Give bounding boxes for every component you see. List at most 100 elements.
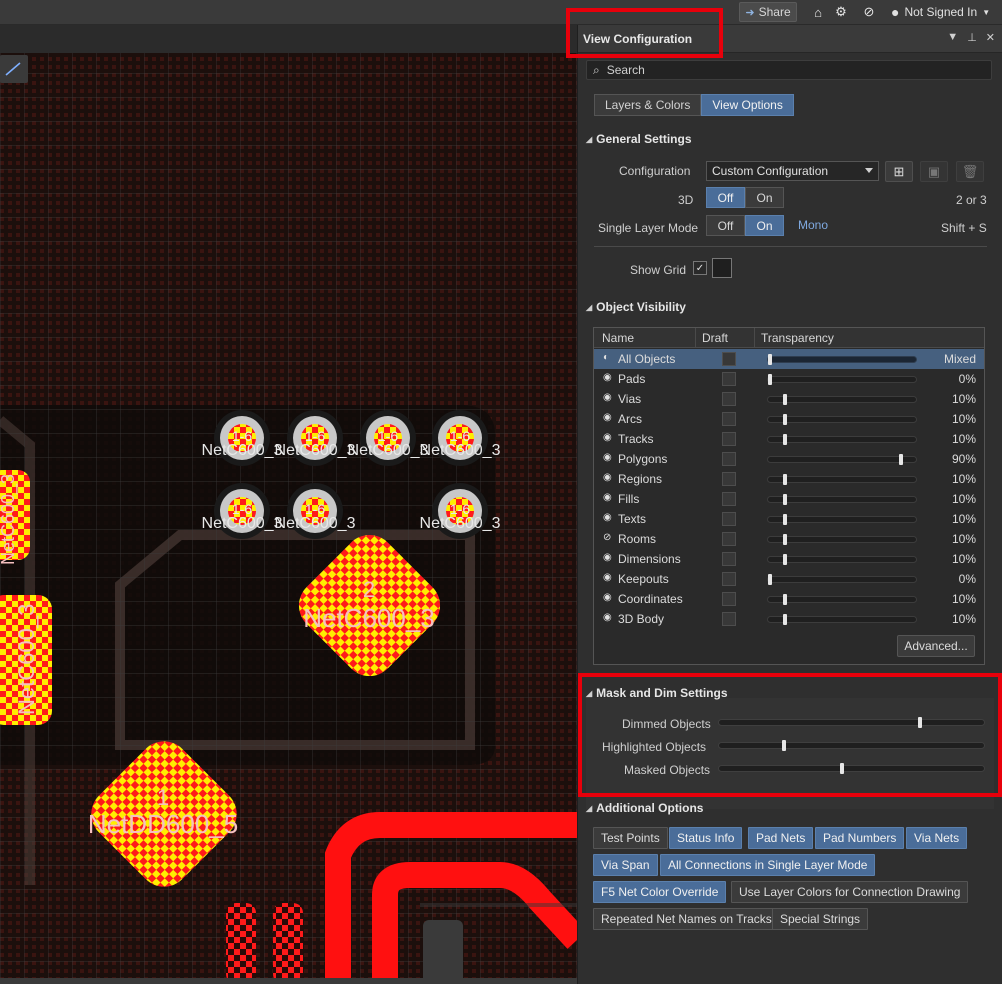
table-row[interactable]: ◉ Keepouts 0% bbox=[594, 569, 984, 589]
table-row[interactable]: ◉ Arcs 10% bbox=[594, 409, 984, 429]
grid-color-swatch[interactable] bbox=[712, 258, 732, 278]
slider-thumb[interactable] bbox=[768, 574, 772, 585]
slider-thumb[interactable] bbox=[782, 594, 787, 605]
draft-checkbox[interactable] bbox=[722, 452, 736, 466]
transparency-slider[interactable] bbox=[767, 394, 917, 405]
draft-checkbox[interactable] bbox=[722, 472, 736, 486]
transparency-slider[interactable] bbox=[767, 434, 917, 445]
tab-layers-colors[interactable]: Layers & Colors bbox=[594, 94, 702, 116]
close-icon[interactable]: ✕ bbox=[986, 31, 995, 44]
eye-hidden-icon[interactable]: ⊘ bbox=[603, 532, 611, 543]
draft-checkbox[interactable] bbox=[722, 552, 736, 566]
table-row[interactable]: ◉ 3D Body 10% bbox=[594, 609, 984, 629]
column-header-draft[interactable]: Draft bbox=[702, 331, 728, 345]
option-button-f5-net-color-override[interactable]: F5 Net Color Override bbox=[593, 881, 727, 903]
eye-icon[interactable]: ◉ bbox=[603, 452, 612, 463]
table-row[interactable]: ◉ Dimensions 10% bbox=[594, 549, 984, 569]
option-button-via-span[interactable]: Via Span bbox=[593, 854, 658, 876]
general-settings-header[interactable]: ◢ General Settings bbox=[586, 131, 692, 147]
save-icon-button[interactable]: ▣ bbox=[920, 161, 948, 182]
draft-checkbox[interactable] bbox=[722, 512, 736, 526]
single-layer-mode-type[interactable]: Mono bbox=[798, 218, 828, 232]
draft-checkbox[interactable] bbox=[722, 492, 736, 506]
transparency-slider[interactable] bbox=[767, 494, 917, 505]
transparency-slider[interactable] bbox=[767, 594, 917, 605]
show-grid-checkbox[interactable]: ✓ bbox=[693, 261, 707, 275]
slider-thumb[interactable] bbox=[899, 454, 904, 465]
layer-tabs-strip[interactable] bbox=[0, 978, 577, 984]
single-layer-off-option[interactable]: Off bbox=[706, 215, 745, 236]
draft-checkbox[interactable] bbox=[722, 572, 736, 586]
single-layer-on-option[interactable]: On bbox=[745, 215, 784, 236]
pcb-canvas[interactable]: 1-6 1-6 1-6 1-6 NetC600_3 NetC600_3 NetC… bbox=[0, 25, 577, 984]
eye-icon[interactable]: ◉ bbox=[603, 412, 612, 423]
home-icon[interactable]: ⌂ bbox=[808, 3, 828, 21]
eye-icon[interactable]: ◉ bbox=[603, 512, 612, 523]
transparency-slider[interactable] bbox=[767, 374, 917, 385]
draft-checkbox[interactable] bbox=[722, 372, 736, 386]
draft-checkbox[interactable] bbox=[722, 532, 736, 546]
save-configuration-button[interactable]: ⊞ bbox=[885, 161, 913, 182]
column-header-name[interactable]: Name bbox=[602, 331, 634, 345]
slider-thumb[interactable] bbox=[782, 394, 787, 405]
option-button-repeated-net-names-on-tracks[interactable]: Repeated Net Names on Tracks bbox=[593, 908, 780, 930]
slider-thumb[interactable] bbox=[782, 554, 787, 565]
advanced-button[interactable]: Advanced... bbox=[897, 635, 975, 657]
option-button-pad-numbers[interactable]: Pad Numbers bbox=[815, 827, 905, 849]
eye-icon[interactable]: ◉ bbox=[603, 372, 612, 383]
transparency-slider[interactable] bbox=[767, 474, 917, 485]
transparency-slider[interactable] bbox=[767, 614, 917, 625]
transparency-slider[interactable] bbox=[767, 554, 917, 565]
slider-thumb[interactable] bbox=[768, 374, 772, 385]
delete-configuration-button[interactable]: 🗑 bbox=[956, 161, 984, 182]
3d-off-option[interactable]: Off bbox=[706, 187, 745, 208]
table-row[interactable]: ◐ All Objects Mixed bbox=[594, 349, 984, 369]
slider-thumb[interactable] bbox=[782, 514, 787, 525]
option-button-test-points[interactable]: Test Points bbox=[593, 827, 668, 849]
draft-checkbox[interactable] bbox=[722, 592, 736, 606]
draft-checkbox[interactable] bbox=[722, 392, 736, 406]
transparency-slider[interactable] bbox=[767, 574, 917, 585]
tab-view-options[interactable]: View Options bbox=[701, 94, 794, 116]
transparency-slider[interactable] bbox=[767, 454, 917, 465]
slider-thumb[interactable] bbox=[782, 474, 787, 485]
eye-icon[interactable]: ◉ bbox=[603, 552, 612, 563]
search-input[interactable] bbox=[606, 63, 967, 77]
pin-icon[interactable]: ⊥ bbox=[967, 31, 977, 44]
object-visibility-header[interactable]: ◢ Object Visibility bbox=[586, 299, 686, 315]
3d-toggle[interactable]: Off On bbox=[706, 187, 784, 208]
transparency-slider[interactable] bbox=[767, 414, 917, 425]
share-button[interactable]: ➜ Share bbox=[739, 2, 797, 22]
3d-on-option[interactable]: On bbox=[745, 187, 784, 208]
slider-thumb[interactable] bbox=[782, 614, 787, 625]
additional-options-header[interactable]: ◢ Additional Options bbox=[586, 800, 703, 816]
table-row[interactable]: ◉ Fills 10% bbox=[594, 489, 984, 509]
column-header-transparency[interactable]: Transparency bbox=[761, 331, 834, 345]
eye-icon[interactable]: ◉ bbox=[603, 612, 612, 623]
table-row[interactable]: ◉ Regions 10% bbox=[594, 469, 984, 489]
slider-thumb[interactable] bbox=[768, 354, 772, 365]
table-row[interactable]: ◉ Pads 0% bbox=[594, 369, 984, 389]
option-button-all-connections-in-single-layer-mode[interactable]: All Connections in Single Layer Mode bbox=[660, 854, 876, 876]
option-button-pad-nets[interactable]: Pad Nets bbox=[748, 827, 814, 849]
user-menu[interactable]: ● Not Signed In ▼ bbox=[891, 2, 990, 22]
table-row[interactable]: ◉ Polygons 90% bbox=[594, 449, 984, 469]
notifications-off-icon[interactable]: ⊘ bbox=[859, 3, 879, 21]
panel-menu-icon[interactable]: ▼ bbox=[947, 31, 958, 44]
option-button-via-nets[interactable]: Via Nets bbox=[906, 827, 968, 849]
transparency-slider[interactable] bbox=[767, 354, 917, 365]
gear-icon[interactable]: ⚙ bbox=[831, 3, 851, 21]
table-row[interactable]: ◉ Vias 10% bbox=[594, 389, 984, 409]
draft-checkbox[interactable] bbox=[722, 612, 736, 626]
table-row[interactable]: ◉ Texts 10% bbox=[594, 509, 984, 529]
eye-icon[interactable]: ◉ bbox=[603, 472, 612, 483]
option-button-status-info[interactable]: Status Info bbox=[669, 827, 743, 849]
eye-icon[interactable]: ◉ bbox=[603, 432, 612, 443]
draft-checkbox[interactable] bbox=[722, 432, 736, 446]
draft-checkbox[interactable] bbox=[722, 352, 736, 366]
single-layer-mode-toggle[interactable]: Off On bbox=[706, 215, 784, 236]
configuration-dropdown[interactable]: Custom Configuration bbox=[706, 161, 879, 181]
eye-icon[interactable]: ◉ bbox=[603, 392, 612, 403]
option-button-use-layer-colors-for-connection-drawing[interactable]: Use Layer Colors for Connection Drawing bbox=[731, 881, 969, 903]
transparency-slider[interactable] bbox=[767, 514, 917, 525]
